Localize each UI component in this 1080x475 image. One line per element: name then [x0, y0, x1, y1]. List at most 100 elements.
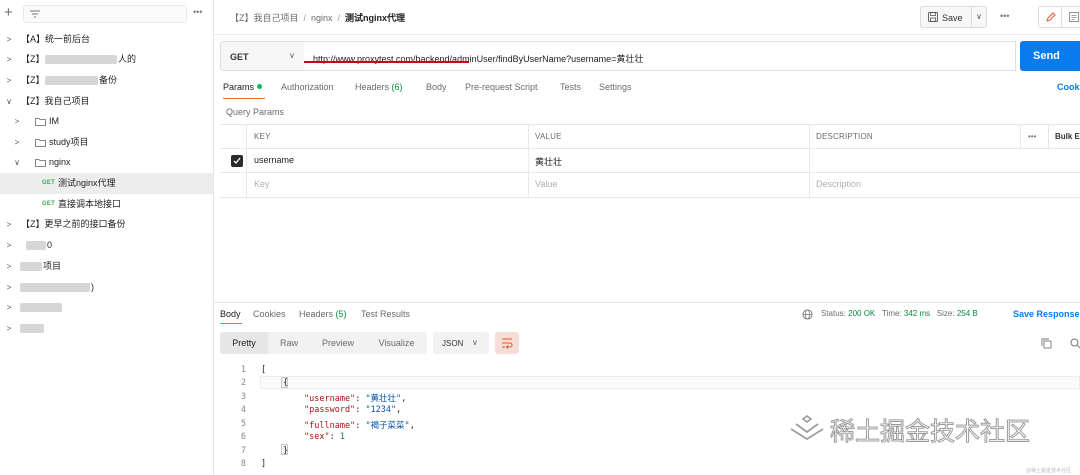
- chevron-right-icon[interactable]: >: [4, 235, 14, 256]
- chevron-down-icon[interactable]: ∨: [12, 152, 22, 173]
- table-border: [1048, 124, 1049, 148]
- chevron-right-icon[interactable]: >: [4, 297, 14, 318]
- chevron-down-icon[interactable]: ∨: [4, 91, 14, 112]
- sidebar-more-icon[interactable]: •••: [193, 7, 202, 17]
- sidebar-folder-study[interactable]: > study项目: [0, 132, 213, 153]
- param-key-cell[interactable]: username: [254, 155, 294, 165]
- sidebar-item-label: 人的: [118, 54, 137, 64]
- copy-icon[interactable]: [1041, 338, 1052, 349]
- sidebar-folder-nginx[interactable]: ∨ nginx: [0, 152, 213, 173]
- bulk-edit-button[interactable]: Bulk E: [1055, 132, 1080, 141]
- edit-button[interactable]: [1038, 6, 1062, 28]
- tab-headers[interactable]: Headers (6): [355, 82, 403, 92]
- filter-input[interactable]: [23, 5, 187, 23]
- save-button[interactable]: Save: [920, 6, 972, 28]
- new-description-input[interactable]: Description: [816, 179, 861, 189]
- sidebar-toolbar: + •••: [0, 0, 214, 28]
- params-table: KEY VALUE DESCRIPTION ••• Bulk E usernam…: [220, 124, 1080, 198]
- line-number: 4: [240, 405, 246, 415]
- json-punct: ,: [409, 421, 415, 431]
- status-value[interactable]: 200 OK: [848, 309, 875, 318]
- send-button[interactable]: Send: [1020, 41, 1080, 71]
- tab-authorization[interactable]: Authorization: [281, 82, 334, 92]
- breadcrumb-item[interactable]: nginx: [311, 13, 333, 23]
- sidebar-folder-im[interactable]: > IM: [0, 111, 213, 132]
- sidebar-request-nginx-proxy[interactable]: GET 测试nginx代理: [0, 173, 213, 194]
- redacted-mask: [20, 262, 42, 271]
- sidebar-item[interactable]: > 【Z】 备份: [0, 70, 213, 91]
- sidebar-item[interactable]: >: [0, 318, 213, 339]
- sidebar-item-my-project[interactable]: ∨ 【Z】我自己项目: [0, 91, 213, 112]
- view-raw[interactable]: Raw: [268, 332, 310, 354]
- tab-tests[interactable]: Tests: [560, 82, 581, 92]
- add-icon[interactable]: +: [4, 5, 13, 20]
- code-line: "sex": 1: [304, 432, 345, 442]
- redacted-mask: [45, 55, 117, 64]
- response-tab-headers[interactable]: Headers (5): [299, 309, 347, 319]
- json-number: 1: [339, 432, 345, 442]
- size-value[interactable]: 254 B: [957, 309, 978, 318]
- view-pretty[interactable]: Pretty: [220, 332, 268, 354]
- sidebar-request-local[interactable]: GET 直接调本地接口: [0, 194, 213, 215]
- sidebar-item-label: 【Z】我自己项目: [21, 96, 90, 106]
- sidebar-item[interactable]: > 0: [0, 235, 213, 256]
- sidebar-item[interactable]: > 【A】统一前后台: [0, 29, 213, 50]
- code-line: }: [283, 446, 289, 456]
- sidebar-item[interactable]: > 【Z】更早之前的接口备份: [0, 214, 213, 235]
- response-tab-test-results[interactable]: Test Results: [361, 309, 410, 319]
- method-badge: GET: [42, 180, 55, 186]
- chevron-right-icon[interactable]: >: [4, 214, 14, 235]
- breadcrumb-current[interactable]: 测试nginx代理: [345, 13, 405, 23]
- tab-settings[interactable]: Settings: [599, 82, 632, 92]
- search-icon[interactable]: [1070, 338, 1080, 349]
- json-key: "sex": [304, 432, 330, 442]
- sidebar-item-label: IM: [49, 116, 59, 126]
- new-value-input[interactable]: Value: [535, 179, 557, 189]
- tab-pre-request-script[interactable]: Pre-request Script: [465, 82, 538, 92]
- documentation-button[interactable]: [1061, 6, 1080, 28]
- new-key-input[interactable]: Key: [254, 179, 270, 189]
- cookies-link[interactable]: Cooki: [1057, 82, 1080, 92]
- tab-body[interactable]: Body: [426, 82, 447, 92]
- breadcrumb-item[interactable]: 【Z】我自己项目: [230, 13, 299, 23]
- tab-label: Test Results: [361, 309, 411, 319]
- method-select[interactable]: GET ∨: [220, 41, 305, 71]
- sidebar-item[interactable]: > 项目: [0, 256, 213, 277]
- sidebar-item[interactable]: > ): [0, 277, 213, 298]
- sidebar-item-label: 【A】统一前后台: [21, 34, 91, 44]
- table-more-icon[interactable]: •••: [1028, 132, 1036, 141]
- url-input[interactable]: http://www.proxytest.com/backend/adminUs…: [304, 41, 1016, 71]
- response-meta: Status: 200 OK Time: 342 ms Size: 254 B: [821, 309, 978, 318]
- header-more-icon[interactable]: •••: [1000, 11, 1009, 21]
- view-visualize[interactable]: Visualize: [366, 332, 427, 354]
- sidebar-item[interactable]: >: [0, 297, 213, 318]
- chevron-right-icon[interactable]: >: [4, 277, 14, 298]
- param-value-cell[interactable]: 黄壮壮: [535, 155, 562, 168]
- param-enabled-checkbox[interactable]: [231, 155, 243, 167]
- wrap-lines-button[interactable]: [495, 332, 519, 354]
- line-number: 2: [240, 378, 246, 388]
- json-string: "黄壮壮": [365, 394, 402, 404]
- save-options-chevron-down-icon[interactable]: ∨: [971, 6, 987, 28]
- view-preview[interactable]: Preview: [310, 332, 366, 354]
- chevron-right-icon[interactable]: >: [12, 132, 22, 153]
- chevron-right-icon[interactable]: >: [12, 111, 22, 132]
- format-select[interactable]: JSON ∨: [433, 332, 489, 354]
- chevron-right-icon[interactable]: >: [4, 29, 14, 50]
- table-border: [220, 148, 1080, 149]
- pencil-icon: [1046, 12, 1056, 22]
- breadcrumb-separator: /: [303, 13, 307, 23]
- response-tab-cookies[interactable]: Cookies: [253, 309, 286, 319]
- chevron-right-icon[interactable]: >: [4, 256, 14, 277]
- globe-icon[interactable]: [802, 309, 813, 320]
- time-value[interactable]: 342 ms: [904, 309, 930, 318]
- chevron-right-icon[interactable]: >: [4, 49, 14, 70]
- pane-divider[interactable]: [214, 302, 1080, 303]
- chevron-right-icon[interactable]: >: [4, 70, 14, 91]
- chevron-right-icon[interactable]: >: [4, 318, 14, 339]
- line-number: 3: [240, 392, 246, 402]
- save-response-button[interactable]: Save Response: [1013, 309, 1080, 319]
- sidebar-item[interactable]: > 【Z】 人的: [0, 49, 213, 70]
- tab-params[interactable]: Params: [223, 82, 263, 92]
- response-tab-body[interactable]: Body: [220, 309, 241, 319]
